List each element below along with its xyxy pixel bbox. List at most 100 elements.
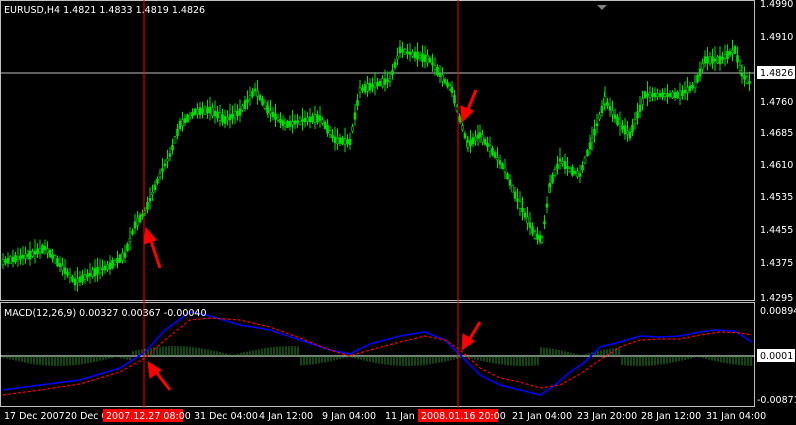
candle-body: [116, 257, 119, 264]
candle-body: [71, 276, 74, 282]
candle-body: [386, 79, 389, 83]
chart-canvas[interactable]: EURUSD,H4 1.4821 1.4833 1.4819 1.4826 MA…: [0, 0, 796, 425]
candle-body: [206, 107, 209, 114]
time-marker-tag-2[interactable]: 2008.01.16 20:00: [418, 409, 506, 422]
candle-body: [613, 114, 617, 119]
candle-body: [293, 120, 297, 125]
candle-body: [583, 157, 587, 164]
candle-body: [651, 93, 654, 97]
candle-body: [431, 62, 434, 66]
candle-body: [631, 124, 634, 133]
arrow-icon: [143, 226, 162, 269]
candle-body: [131, 230, 134, 235]
candle-body: [241, 105, 244, 111]
candle-body: [408, 51, 412, 55]
candle-body: [296, 120, 299, 124]
candle-body: [28, 250, 32, 260]
candle-body: [291, 121, 294, 125]
candle-body: [221, 114, 224, 123]
time-marker-tag-1[interactable]: 2007.12.27 08:00: [103, 409, 191, 422]
candle-body: [173, 136, 177, 144]
candle-body: [43, 246, 47, 251]
candle-body: [258, 95, 262, 101]
candle-body: [246, 99, 249, 103]
candle-body: [311, 115, 314, 123]
candle-body: [593, 129, 596, 136]
price-label: 1.4375: [760, 258, 793, 269]
candle-body: [568, 168, 572, 172]
candle-body: [93, 267, 97, 277]
candle-body: [288, 120, 292, 127]
candle-body: [576, 170, 579, 177]
chart-shift-icon[interactable]: [597, 5, 607, 10]
candle-body: [193, 108, 197, 116]
candle-body: [548, 183, 552, 188]
candle-body: [366, 83, 369, 92]
candle-body: [471, 137, 475, 145]
candle-body: [406, 51, 409, 54]
candle-body: [346, 139, 349, 144]
candle-body: [458, 117, 462, 123]
candle-body: [141, 213, 144, 217]
candle-body: [478, 132, 482, 138]
candle-body: [298, 117, 302, 125]
candle-body: [403, 48, 407, 55]
candle-body: [111, 259, 114, 269]
candle-body: [271, 111, 275, 117]
candle-body: [248, 95, 252, 100]
candle-body: [1, 258, 5, 265]
candle-body: [493, 152, 497, 158]
candle-body: [383, 78, 387, 85]
candle-body: [326, 124, 329, 134]
candle-body: [626, 130, 629, 135]
candle-body: [701, 62, 704, 70]
candle-body: [740, 73, 744, 77]
candle-body: [608, 106, 612, 111]
arrow-icon: [460, 89, 478, 124]
macd-main-line: [2, 311, 753, 396]
candle-body: [653, 92, 657, 97]
candle-body: [526, 216, 529, 224]
candle-body: [253, 88, 257, 92]
candle-body: [191, 112, 194, 117]
candle-body: [469, 139, 472, 147]
candle-body: [274, 113, 277, 120]
candle-body: [106, 264, 109, 270]
svg-text:2007.12.27 08:00: 2007.12.27 08:00: [106, 411, 191, 422]
candle-body: [606, 102, 609, 106]
candle-body: [91, 269, 94, 277]
arrow-icon: [461, 321, 482, 352]
candle-body: [108, 262, 112, 270]
candles-series: [1, 39, 751, 292]
candle-body: [178, 120, 182, 130]
candle-body: [531, 226, 534, 234]
svg-text:2008.01.16 20:00: 2008.01.16 20:00: [421, 411, 506, 422]
candle-body: [398, 46, 402, 54]
candle-body: [691, 85, 694, 89]
candle-body: [331, 134, 334, 139]
candle-body: [198, 107, 202, 116]
candle-body: [269, 110, 272, 115]
candle-body: [301, 119, 304, 123]
candle-body: [463, 133, 467, 139]
candle-body: [38, 248, 42, 253]
candle-body: [598, 114, 601, 120]
candle-body: [743, 75, 746, 80]
candle-body: [543, 221, 546, 225]
candle-body: [503, 167, 507, 173]
candle-body: [641, 98, 644, 105]
candle-body: [14, 255, 17, 263]
candle-body: [138, 214, 142, 223]
candle-body: [118, 254, 122, 263]
price-label: 1.4295: [760, 293, 793, 304]
candle-body: [586, 150, 589, 157]
candle-body: [328, 130, 332, 136]
candle-body: [353, 112, 357, 120]
candle-body: [361, 87, 364, 91]
candle-body: [223, 116, 227, 124]
candle-body: [573, 171, 577, 174]
candle-body: [211, 107, 214, 116]
candle-body: [676, 91, 679, 99]
candle-body: [474, 136, 477, 141]
candle-body: [738, 65, 742, 71]
